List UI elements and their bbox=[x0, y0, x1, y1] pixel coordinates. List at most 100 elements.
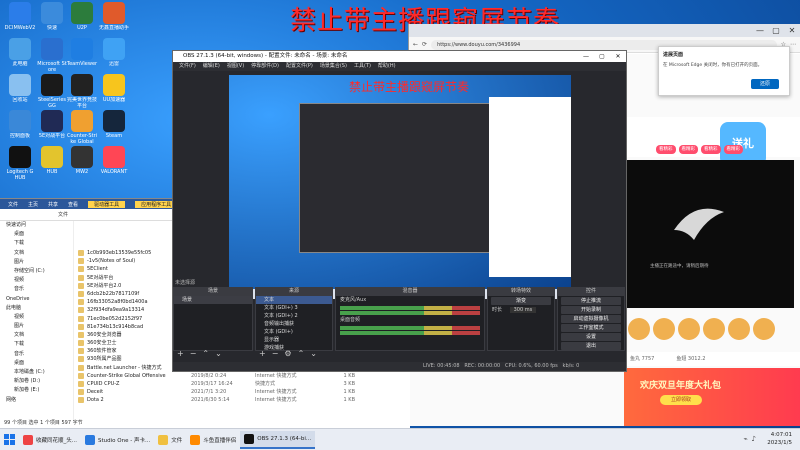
file-row[interactable]: Dota 2 2021/6/30 5:14 Internet 快捷方式 1 KB bbox=[76, 396, 410, 404]
nav-item[interactable]: 视频 bbox=[0, 313, 73, 322]
obs-menu-item[interactable]: 帮助(H) bbox=[378, 62, 396, 71]
obs-menu-item[interactable]: 编辑(E) bbox=[203, 62, 220, 71]
nav-item[interactable]: 下载 bbox=[0, 340, 73, 349]
add-icon[interactable]: + bbox=[259, 349, 266, 358]
ribbon-tab-share[interactable]: 共享 bbox=[48, 201, 58, 208]
desktop-shortcut[interactable]: Logitech G HUB bbox=[4, 146, 36, 181]
file-row[interactable]: CPUID CPU-Z 2019/3/17 16:24 快捷方式 3 KB bbox=[76, 380, 410, 388]
desktop-shortcut[interactable]: HUB bbox=[36, 146, 68, 181]
desktop-shortcut[interactable]: 此电脑 bbox=[4, 38, 36, 73]
volume-icon[interactable]: ♪ bbox=[752, 435, 756, 443]
nav-item[interactable]: 此电脑 bbox=[0, 304, 73, 313]
maximize-icon[interactable]: ▢ bbox=[768, 26, 784, 35]
move-up-icon[interactable]: ⌃ bbox=[298, 349, 305, 358]
ribbon-tab-file[interactable]: 文件 bbox=[8, 201, 18, 208]
nav-item[interactable]: 桌面 bbox=[0, 359, 73, 368]
network-icon[interactable]: ⌁ bbox=[743, 435, 747, 443]
source-item[interactable]: 显示器 bbox=[256, 336, 332, 344]
source-item[interactable]: 文本 (GDI+) 3 bbox=[256, 304, 332, 312]
obs-menu-item[interactable]: 停靠部件(D) bbox=[251, 62, 279, 71]
source-item[interactable]: 文本 (GDI+) 2 bbox=[256, 312, 332, 320]
nav-item[interactable]: 图片 bbox=[0, 322, 73, 331]
nav-item[interactable]: 新加卷 (E:) bbox=[0, 386, 73, 395]
gear-icon[interactable]: ⚙ bbox=[284, 349, 291, 358]
desktop-shortcut[interactable]: Steam bbox=[98, 110, 130, 145]
nav-item[interactable]: 音乐 bbox=[0, 285, 73, 294]
move-up-icon[interactable]: ⌃ bbox=[202, 349, 209, 358]
source-item[interactable]: 文本 (GDI+) bbox=[256, 328, 332, 336]
desktop-shortcut[interactable]: SteelSeries GG bbox=[36, 74, 68, 109]
obs-menu-item[interactable]: 场景集合(S) bbox=[320, 62, 347, 71]
nav-item[interactable]: 文档 bbox=[0, 249, 73, 258]
desktop-shortcut[interactable]: VALORANT bbox=[98, 146, 130, 181]
menu-icon[interactable]: ⋯ bbox=[790, 41, 796, 48]
emote-icon[interactable] bbox=[753, 318, 775, 340]
transition-select[interactable]: 渐变 bbox=[491, 297, 551, 305]
nav-item[interactable]: 快速访问 bbox=[0, 221, 73, 230]
nav-item[interactable]: 文档 bbox=[0, 331, 73, 340]
nav-item[interactable]: OneDrive bbox=[0, 295, 73, 304]
control-button[interactable]: 退出 bbox=[561, 342, 621, 350]
remove-icon[interactable]: − bbox=[190, 349, 197, 358]
nav-item[interactable]: 本地磁盘 (C:) bbox=[0, 368, 73, 377]
desktop-shortcut[interactable]: 快速 bbox=[36, 2, 68, 37]
promo-banner[interactable] bbox=[624, 368, 800, 426]
control-button[interactable]: 启动虚拟摄像机 bbox=[561, 315, 621, 323]
douyu-tab[interactable]: 看精彩 bbox=[656, 145, 676, 154]
nav-item[interactable]: 图片 bbox=[0, 258, 73, 267]
obs-preview-canvas[interactable]: 禁止带主播跟窥屏节奏 bbox=[229, 75, 571, 299]
obs-menu-item[interactable]: 配置文件(P) bbox=[286, 62, 313, 71]
douyu-tab[interactable]: 看精彩 bbox=[723, 145, 743, 154]
desktop-shortcut[interactable]: TeamViewer bbox=[66, 38, 98, 73]
desktop-shortcut[interactable]: Microsoft Store bbox=[36, 38, 68, 73]
maximize-icon[interactable]: ▢ bbox=[594, 51, 610, 62]
nav-item[interactable]: 存储空间 (C:) bbox=[0, 267, 73, 276]
ribbon-tab-drive-tools[interactable]: 驱动器工具 bbox=[88, 200, 126, 208]
nav-item[interactable]: 视频 bbox=[0, 276, 73, 285]
taskbar-app[interactable]: 收藏同花顺_头... bbox=[19, 431, 81, 449]
desktop-shortcut[interactable]: Counter-Strike Global bbox=[66, 110, 98, 145]
nav-item[interactable]: 桌面 bbox=[0, 230, 73, 239]
source-item[interactable]: 音频输出捕获 bbox=[256, 320, 332, 328]
start-button[interactable] bbox=[0, 431, 19, 449]
obs-menu-item[interactable]: 文件(F) bbox=[179, 62, 196, 71]
nav-item[interactable]: 音乐 bbox=[0, 350, 73, 359]
taskbar-app[interactable]: Studio One - 声卡... bbox=[81, 431, 154, 449]
taskbar-app[interactable]: OBS 27.1.3 (64-bi... bbox=[240, 430, 316, 449]
control-button[interactable]: 工作室模式 bbox=[561, 324, 621, 332]
desktop-shortcut[interactable]: 迅雷 bbox=[98, 38, 130, 73]
desktop-shortcut[interactable]: 回收站 bbox=[4, 74, 36, 109]
desktop-shortcut[interactable]: 控制面板 bbox=[4, 110, 36, 145]
scene-item[interactable]: 场景 bbox=[174, 296, 252, 304]
obs-menu-item[interactable]: 工具(T) bbox=[354, 62, 371, 71]
ribbon-tab-app-tools[interactable]: 应用程序工具 bbox=[135, 200, 178, 208]
source-item[interactable]: 文本 bbox=[256, 296, 332, 304]
control-button[interactable]: 开始录制 bbox=[561, 306, 621, 314]
emote-icon[interactable] bbox=[628, 318, 650, 340]
back-icon[interactable]: ← bbox=[413, 41, 418, 48]
obs-menu-item[interactable]: 视图(V) bbox=[227, 62, 244, 71]
desktop-shortcut[interactable]: UU加速器 bbox=[98, 74, 130, 109]
douyu-tab[interactable]: 看精彩 bbox=[678, 145, 698, 154]
emote-icon[interactable] bbox=[728, 318, 750, 340]
desktop-shortcut[interactable]: 无鑫直播助手 bbox=[98, 2, 130, 37]
nav-item[interactable]: 网络 bbox=[0, 396, 73, 405]
taskbar-app[interactable]: 斗鱼直播伴侣 bbox=[186, 431, 240, 449]
move-down-icon[interactable]: ⌄ bbox=[310, 349, 317, 358]
clock[interactable]: 4:07:01 2023/1/5 bbox=[767, 431, 792, 447]
desktop-shortcut[interactable]: 完美世界竞技平台 bbox=[66, 74, 98, 109]
emote-icon[interactable] bbox=[653, 318, 675, 340]
taskbar-app[interactable]: 文件 bbox=[154, 431, 186, 449]
nav-item[interactable]: 新加卷 (D:) bbox=[0, 377, 73, 386]
restore-button[interactable]: 还原 bbox=[751, 79, 779, 89]
minimize-icon[interactable]: — bbox=[578, 51, 594, 62]
close-icon[interactable]: ✕ bbox=[784, 26, 800, 35]
ribbon-tab-home[interactable]: 主页 bbox=[28, 201, 38, 208]
file-row[interactable]: Deceit 2021/7/1 3:20 Internet 快捷方式 1 KB bbox=[76, 388, 410, 396]
emote-icon[interactable] bbox=[678, 318, 700, 340]
file-row[interactable]: Counter-Strike Global Offensive 2019/8/2 … bbox=[76, 372, 410, 380]
desktop-shortcut[interactable]: 5E对战平台 bbox=[36, 110, 68, 145]
refresh-icon[interactable]: ⟳ bbox=[422, 41, 427, 48]
ribbon-tab-view[interactable]: 查看 bbox=[68, 201, 78, 208]
douyu-tab[interactable]: 看精彩 bbox=[701, 145, 721, 154]
